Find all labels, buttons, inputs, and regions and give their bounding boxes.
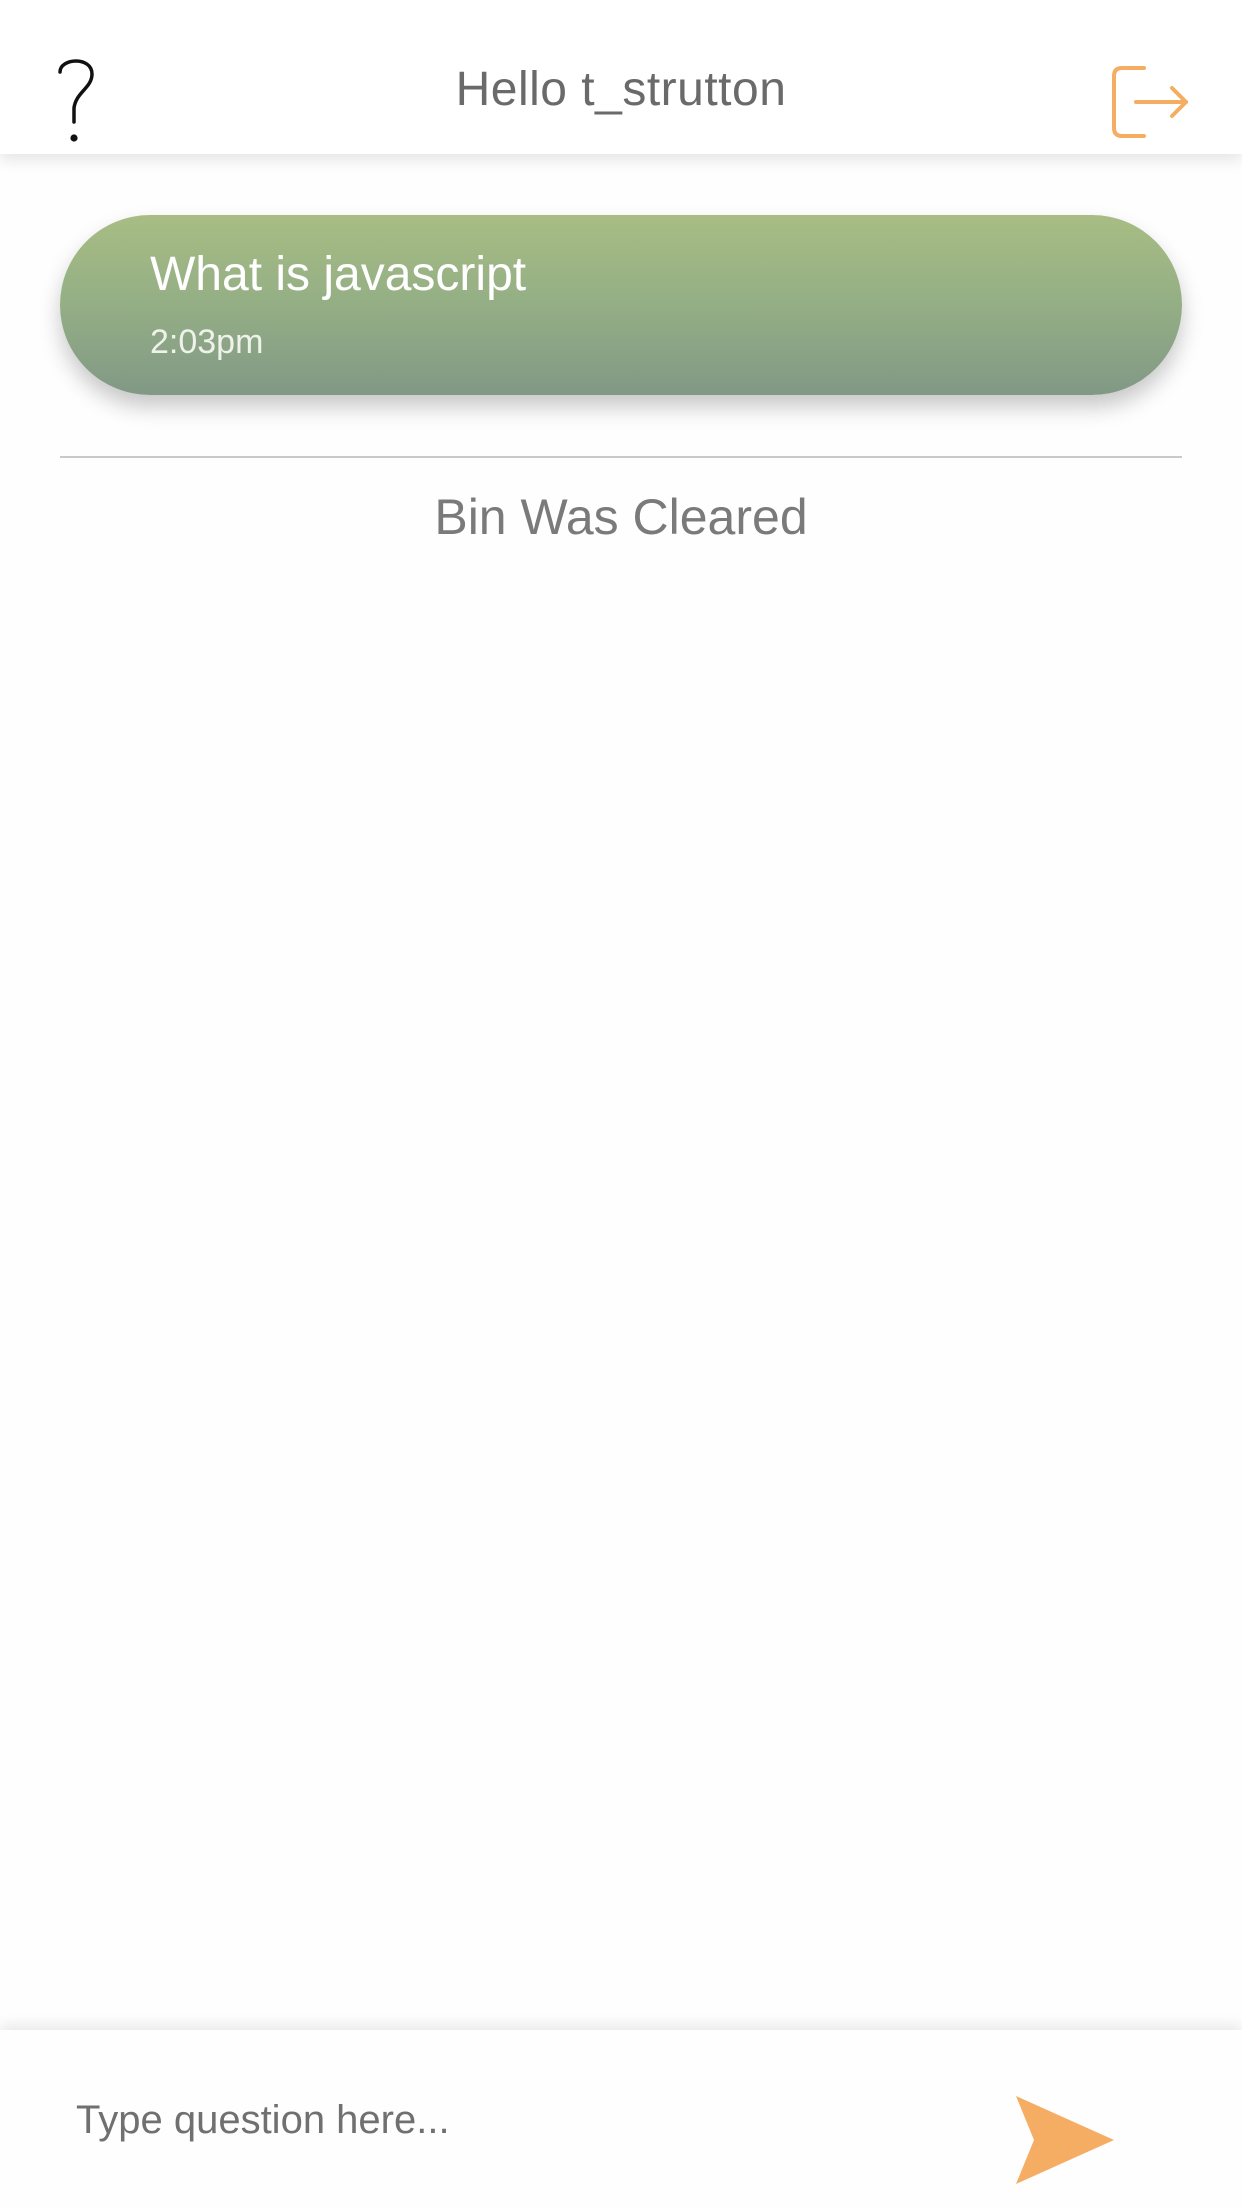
question-text: What is javascript bbox=[150, 248, 527, 301]
input-bar bbox=[0, 2030, 1242, 2208]
divider bbox=[60, 456, 1182, 458]
header-bar: Hello t_strutton bbox=[0, 0, 1242, 154]
logout-button[interactable] bbox=[1108, 60, 1192, 144]
bin-status-text: Bin Was Cleared bbox=[434, 489, 808, 545]
send-button[interactable] bbox=[1010, 2092, 1120, 2188]
app-root: Hello t_strutton What is javascript 2:03… bbox=[0, 0, 1242, 2208]
question-timestamp: 2:03pm bbox=[150, 323, 264, 361]
greeting-title: Hello t_strutton bbox=[455, 63, 787, 116]
question-input[interactable] bbox=[60, 2070, 960, 2170]
question-bubble[interactable]: What is javascript 2:03pm bbox=[60, 215, 1182, 395]
send-icon bbox=[1016, 2096, 1114, 2184]
logout-icon bbox=[1112, 66, 1188, 138]
